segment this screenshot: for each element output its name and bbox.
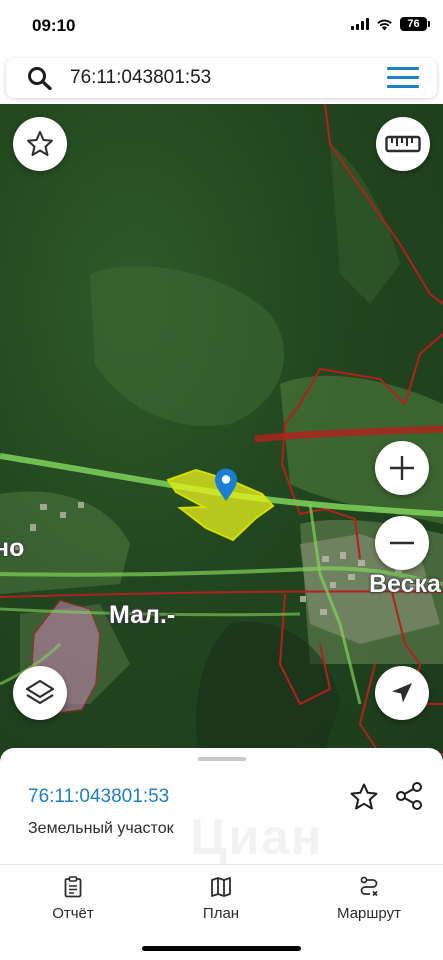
wifi-icon	[377, 19, 392, 30]
search-bar	[6, 58, 437, 98]
watermark: Циан	[190, 809, 324, 865]
ruler-icon	[385, 135, 421, 153]
favorite-map-button[interactable]	[13, 117, 67, 171]
status-icons: 76	[351, 17, 430, 31]
tab-report[interactable]: Отчёт	[18, 875, 128, 922]
place-label-mal: Мал.-	[108, 601, 176, 630]
tab-plan-label: План	[202, 905, 240, 922]
search-input[interactable]	[70, 65, 370, 91]
ruler-button[interactable]	[376, 117, 430, 171]
navigation-arrow-icon	[392, 683, 412, 703]
sheet-drag-handle[interactable]	[198, 757, 246, 761]
share-icon[interactable]	[394, 781, 424, 811]
place-label-left: но	[0, 534, 25, 563]
parcel-cadastral-number[interactable]: 76:11:043801:53	[28, 786, 169, 808]
minus-icon	[390, 541, 414, 545]
tab-plan[interactable]: План	[166, 875, 276, 922]
my-location-button[interactable]	[375, 666, 429, 720]
menu-icon[interactable]	[387, 67, 419, 89]
layers-icon	[25, 679, 55, 705]
tab-report-label: Отчёт	[52, 905, 94, 922]
report-icon	[64, 876, 82, 898]
tab-route[interactable]: Маршрут	[314, 875, 424, 922]
place-label-veska: Веска	[369, 570, 442, 599]
map-terrain	[0, 104, 443, 764]
plus-icon	[390, 456, 414, 480]
satellite-map[interactable]: но Веска Мал.-	[0, 104, 443, 764]
status-time: 09:10	[32, 16, 76, 35]
map-plan-icon	[211, 877, 231, 897]
location-pin-icon[interactable]	[214, 468, 238, 502]
home-indicator[interactable]	[142, 946, 301, 951]
favorite-star-icon[interactable]	[349, 782, 379, 812]
layers-button[interactable]	[13, 666, 67, 720]
status-bar: 09:10 76	[0, 0, 443, 52]
route-icon	[360, 876, 378, 897]
zoom-in-button[interactable]	[375, 441, 429, 495]
tab-route-label: Маршрут	[337, 905, 401, 922]
cellular-signal-icon	[351, 18, 369, 30]
parcel-type-label: Земельный участок	[28, 820, 174, 837]
search-icon[interactable]	[26, 66, 54, 90]
zoom-out-button[interactable]	[375, 516, 429, 570]
star-icon	[27, 131, 53, 156]
battery-icon: 76	[400, 17, 430, 31]
